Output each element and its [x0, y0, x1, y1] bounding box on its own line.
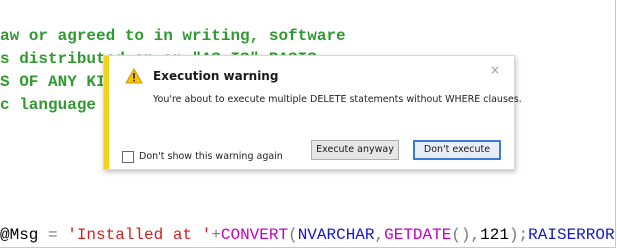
sql-number: 121 [480, 226, 509, 244]
sql-punctuation: ( [288, 226, 298, 244]
sql-variable: @Msg [0, 226, 39, 244]
sql-string-literal: 'Installed at ' [67, 226, 212, 244]
sql-keyword: RAISERROR [528, 226, 615, 244]
sql-function: CONVERT [220, 226, 289, 244]
close-icon[interactable]: × [490, 64, 500, 76]
warning-accent-bar [104, 56, 109, 169]
sql-code-line: @Msg = 'Installed at '+CONVERT(NVARCHAR,… [0, 225, 615, 245]
sql-punctuation: , [470, 226, 481, 244]
sql-operator: = [38, 226, 68, 244]
sql-punctuation: , [374, 226, 385, 244]
sql-keyword: NVARCHAR [297, 226, 375, 244]
dont-show-again-label: Don't show this warning again [139, 151, 283, 162]
sql-function: GETDATE [384, 226, 452, 244]
dialog-message: You're about to execute multiple DELETE … [153, 94, 522, 105]
warning-icon [125, 67, 143, 84]
sql-punctuation: ); [508, 226, 529, 244]
dont-show-again-checkbox[interactable] [122, 150, 134, 163]
dont-execute-button[interactable]: Don't execute [413, 140, 501, 160]
sql-operator: + [211, 226, 221, 244]
code-comment-line: aw or agreed to in writing, software [0, 27, 346, 45]
execution-warning-dialog: Execution warning You're about to execut… [103, 55, 522, 170]
dialog-title: Execution warning [153, 69, 279, 83]
sql-punctuation: () [451, 226, 471, 244]
execute-anyway-button[interactable]: Execute anyway [311, 140, 399, 160]
dont-show-again-option[interactable]: Don't show this warning again [122, 146, 283, 163]
